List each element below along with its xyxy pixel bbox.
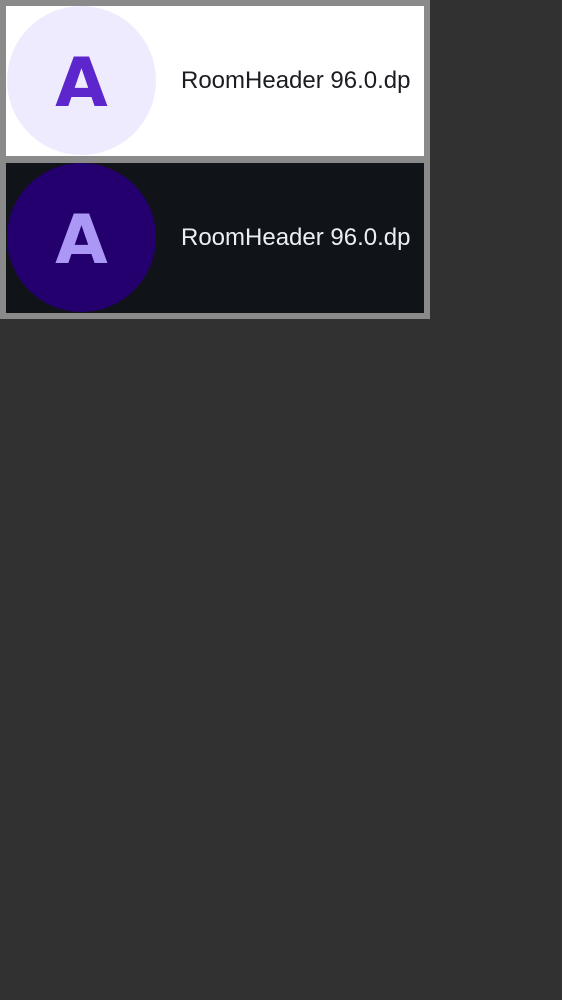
room-header-light: A RoomHeader 96.0.dp (6, 6, 424, 156)
room-avatar: A (7, 6, 156, 155)
preview-frame: A RoomHeader 96.0.dp A RoomHeader 96.0.d… (0, 0, 430, 319)
room-header-label: RoomHeader 96.0.dp (181, 67, 411, 94)
avatar-initial: A (55, 200, 108, 280)
avatar-initial: A (55, 43, 108, 123)
room-header-dark: A RoomHeader 96.0.dp (6, 163, 424, 313)
room-avatar: A (7, 163, 156, 312)
room-header-label: RoomHeader 96.0.dp (181, 224, 411, 251)
